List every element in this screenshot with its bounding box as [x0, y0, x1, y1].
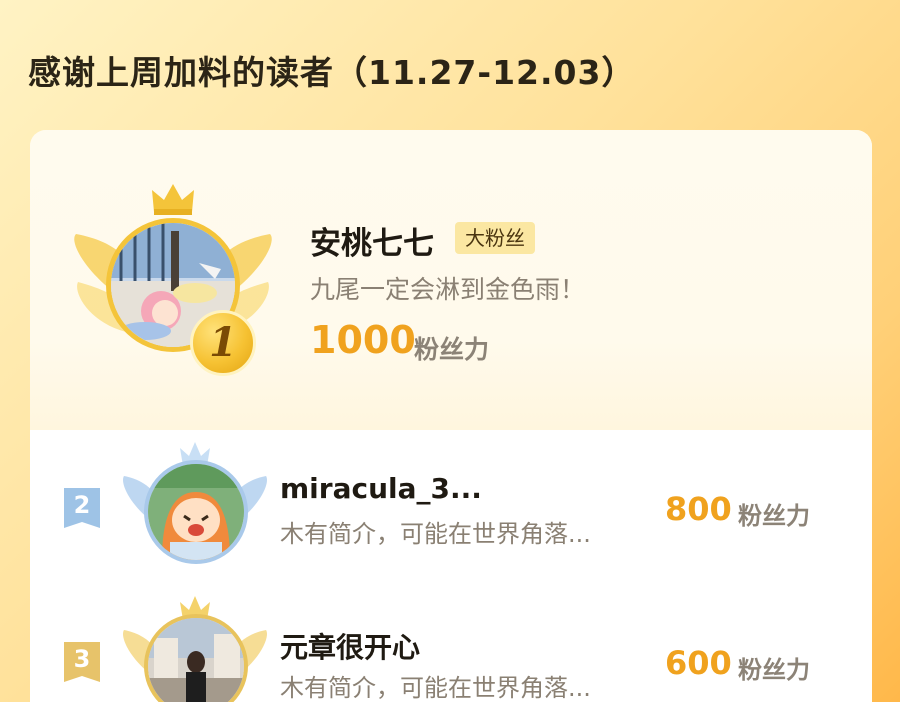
- fan-level-badge: 大粉丝: [455, 222, 535, 254]
- fan-2-intro: 木有简介，可能在世界角落...: [280, 520, 591, 548]
- top-fan-score-unit: 粉丝力: [414, 335, 490, 364]
- fan-3-score-unit: 粉丝力: [738, 656, 810, 684]
- fan-2-avatar-frame[interactable]: [120, 440, 270, 570]
- page-title: 感谢上周加料的读者（11.27-12.03）: [28, 53, 636, 92]
- rank-flag-2: 2: [64, 488, 100, 528]
- avatar: [144, 460, 248, 564]
- top-fan-name[interactable]: 安桃七七: [310, 218, 434, 263]
- rank-flag-3: 3: [64, 642, 100, 682]
- fan-3-intro: 木有简介，可能在世界角落...: [280, 674, 591, 702]
- fan-3-score: 600: [665, 644, 732, 682]
- rank-badge: 1: [190, 310, 256, 376]
- top-fan-score: 1000: [310, 318, 416, 362]
- fan-2-name[interactable]: miracula_3...: [280, 472, 482, 505]
- crown-icon: [152, 184, 194, 215]
- top-fan-avatar-frame[interactable]: 1: [68, 182, 278, 392]
- top-fan-intro: 九尾一定会淋到金色雨！: [310, 275, 586, 304]
- fan-2-score-unit: 粉丝力: [738, 502, 810, 530]
- fan-3-avatar-frame[interactable]: [120, 594, 270, 702]
- fan-3-name[interactable]: 元章很开心: [280, 626, 420, 666]
- fan-2-score: 800: [665, 490, 732, 528]
